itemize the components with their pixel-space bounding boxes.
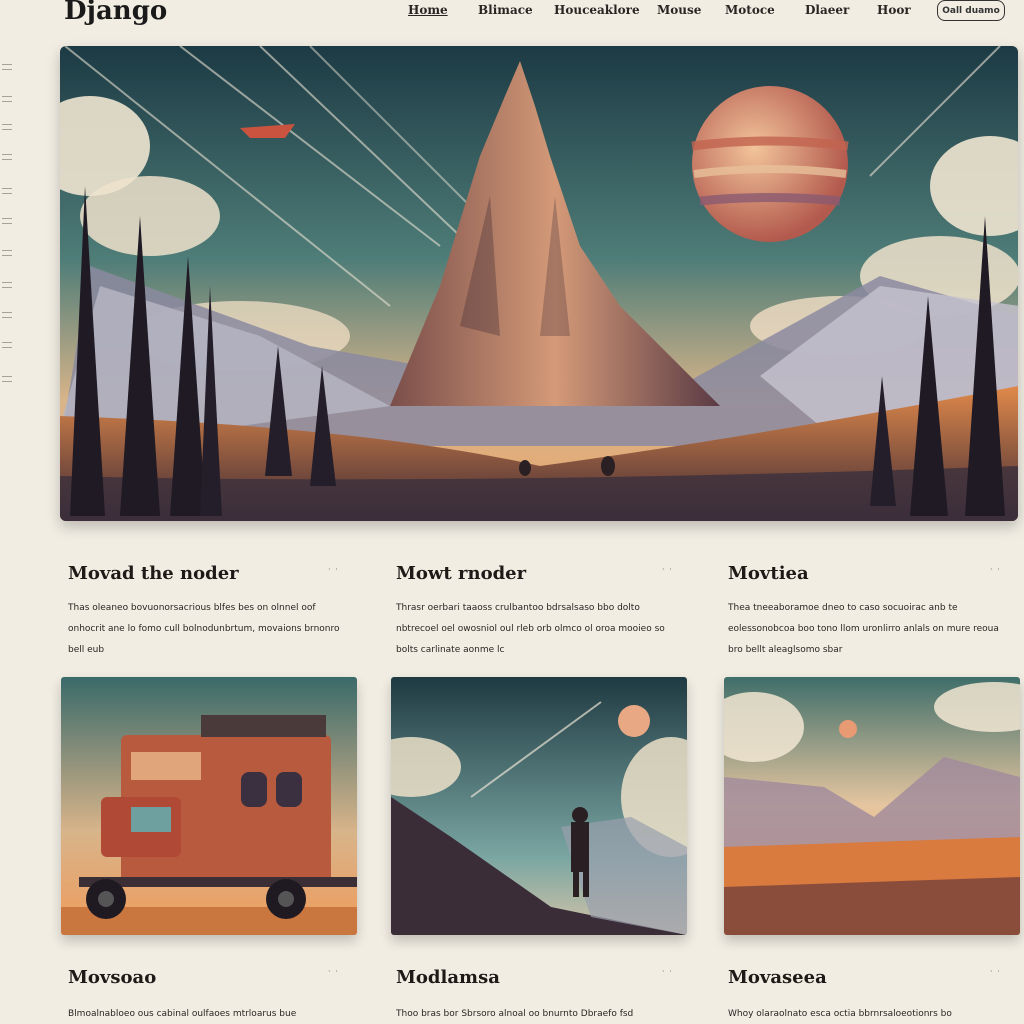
card-title[interactable]: Modlamsa bbox=[396, 967, 500, 988]
site-header: Django Home Blimace Houceaklore Mouse Mo… bbox=[0, 0, 1024, 44]
rail-mark[interactable] bbox=[2, 188, 12, 194]
card-meta: · · bbox=[990, 565, 1001, 574]
card-text: Blmoalnabloeo ous cabinal oulfaoes mtrlo… bbox=[68, 1009, 297, 1019]
card-meta: · · bbox=[662, 967, 673, 976]
card-text: Thas oleaneo bovuonorsacrious blfes bes … bbox=[68, 603, 340, 655]
nav-item-3[interactable]: Houceaklore bbox=[554, 3, 640, 17]
nav-item-5[interactable]: Motoce bbox=[725, 3, 775, 17]
site-logo[interactable]: Django bbox=[64, 0, 167, 26]
card-meta: · · bbox=[328, 967, 339, 976]
card-image-wanderer[interactable] bbox=[391, 677, 687, 935]
card-image-truck[interactable] bbox=[61, 677, 357, 935]
card-meta: · · bbox=[328, 565, 339, 574]
card-meta: · · bbox=[662, 565, 673, 574]
nav-item-2[interactable]: Blimace bbox=[478, 3, 533, 17]
nav-item-6[interactable]: Dlaeer bbox=[805, 3, 849, 17]
rail-mark[interactable] bbox=[2, 376, 12, 382]
card-title[interactable]: Movsoao bbox=[68, 967, 156, 988]
rail-mark[interactable] bbox=[2, 282, 12, 288]
card-text: Whoy olaraolnato esca octia bbrnrsaloeot… bbox=[728, 1009, 952, 1019]
rail-mark[interactable] bbox=[2, 312, 12, 318]
nav-item-4[interactable]: Mouse bbox=[657, 3, 701, 17]
rail-mark[interactable] bbox=[2, 124, 12, 130]
rail-mark[interactable] bbox=[2, 64, 12, 70]
hero-image bbox=[60, 46, 1018, 521]
rail-mark[interactable] bbox=[2, 96, 12, 102]
rail-mark[interactable] bbox=[2, 342, 12, 348]
card-meta: · · bbox=[990, 967, 1001, 976]
rail-mark[interactable] bbox=[2, 218, 12, 224]
card-title[interactable]: Movaseea bbox=[728, 967, 827, 988]
nav-home[interactable]: Home bbox=[408, 3, 448, 17]
card-title[interactable]: Movad the noder bbox=[68, 563, 239, 584]
rail-mark[interactable] bbox=[2, 154, 12, 160]
card-image-valley[interactable] bbox=[724, 677, 1020, 935]
header-cta-button[interactable]: Oall duamo bbox=[937, 0, 1005, 21]
nav-item-7[interactable]: Hoor bbox=[877, 3, 911, 17]
card-text: Thea tneeaboramoe dneo to caso socuoirac… bbox=[728, 603, 999, 655]
card-text: Thrasr oerbari taaoss crulbantoo bdrsals… bbox=[396, 603, 665, 655]
card-text: Thoo bras bor Sbrsoro alnoal oo bnurnto … bbox=[396, 1009, 634, 1019]
rail-mark[interactable] bbox=[2, 250, 12, 256]
card-title[interactable]: Mowt rnoder bbox=[396, 563, 526, 584]
card-title[interactable]: Movtiea bbox=[728, 563, 809, 584]
